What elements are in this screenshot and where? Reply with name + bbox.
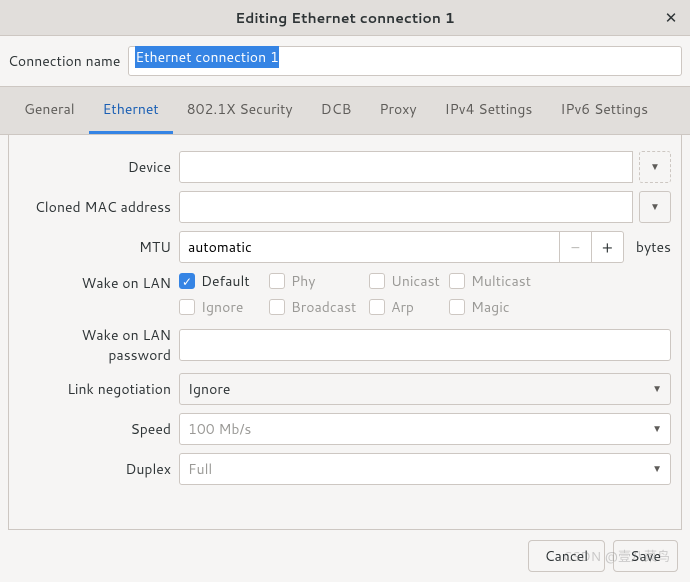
speed-value: 100 Mb/s xyxy=(188,419,251,439)
cloned-mac-input[interactable] xyxy=(179,191,633,223)
wol-default-checkbox[interactable]: ✓Default xyxy=(179,271,269,291)
mtu-plus-button[interactable]: + xyxy=(592,231,624,263)
cloned-mac-label: Cloned MAC address xyxy=(19,197,179,217)
wol-checkbox-grid: ✓Default Phy Unicast Multicast Ignore Br… xyxy=(179,271,671,317)
checkbox-icon xyxy=(449,273,465,289)
wol-unicast-checkbox[interactable]: Unicast xyxy=(369,271,449,291)
checkbox-icon xyxy=(369,299,385,315)
checkbox-checked-icon: ✓ xyxy=(179,273,195,289)
cloned-mac-dropdown-button[interactable]: ▼ xyxy=(639,191,671,223)
tab-proxy[interactable]: Proxy xyxy=(365,87,430,134)
link-negotiation-label: Link negotiation xyxy=(19,379,179,399)
tab-ipv4[interactable]: IPv4 Settings xyxy=(431,87,547,134)
mtu-unit: bytes xyxy=(630,237,671,257)
device-label: Device xyxy=(19,157,179,177)
window-title: Editing Ethernet connection 1 xyxy=(235,8,454,28)
wol-magic-checkbox[interactable]: Magic xyxy=(449,297,671,317)
chevron-down-icon: ▼ xyxy=(652,422,662,436)
checkbox-icon xyxy=(269,273,285,289)
checkbox-icon xyxy=(179,299,195,315)
wol-password-label: Wake on LAN password xyxy=(19,325,179,365)
wol-password-input[interactable] xyxy=(179,329,671,361)
wol-ignore-checkbox[interactable]: Ignore xyxy=(179,297,269,317)
cancel-button[interactable]: Cancel xyxy=(528,540,606,572)
device-input[interactable] xyxy=(179,151,633,183)
mtu-minus-button[interactable]: − xyxy=(560,231,592,263)
tab-security[interactable]: 802.1X Security xyxy=(173,87,307,134)
mtu-input[interactable] xyxy=(179,231,560,263)
duplex-value: Full xyxy=(188,459,212,479)
titlebar: Editing Ethernet connection 1 ✕ xyxy=(0,0,690,36)
wol-label: Wake on LAN xyxy=(19,271,179,293)
wol-broadcast-checkbox[interactable]: Broadcast xyxy=(269,297,369,317)
chevron-down-icon: ▼ xyxy=(650,200,660,214)
save-button[interactable]: Save xyxy=(613,540,678,572)
checkbox-icon xyxy=(449,299,465,315)
tab-general[interactable]: General xyxy=(10,87,89,134)
checkbox-icon xyxy=(269,299,285,315)
speed-label: Speed xyxy=(19,419,179,439)
speed-combo: 100 Mb/s ▼ xyxy=(179,413,671,445)
tab-dcb[interactable]: DCB xyxy=(307,87,366,134)
chevron-down-icon: ▼ xyxy=(650,160,660,174)
tab-bar: General Ethernet 802.1X Security DCB Pro… xyxy=(0,86,690,135)
tab-ipv6[interactable]: IPv6 Settings xyxy=(546,87,662,134)
chevron-down-icon: ▼ xyxy=(652,382,662,396)
checkbox-icon xyxy=(369,273,385,289)
connection-name-label: Connection name xyxy=(8,51,120,71)
wol-multicast-checkbox[interactable]: Multicast xyxy=(449,271,671,291)
duplex-label: Duplex xyxy=(19,459,179,479)
wol-arp-checkbox[interactable]: Arp xyxy=(369,297,449,317)
wol-phy-checkbox[interactable]: Phy xyxy=(269,271,369,291)
dialog-footer: Cancel Save xyxy=(0,530,690,582)
duplex-combo: Full ▼ xyxy=(179,453,671,485)
close-icon[interactable]: ✕ xyxy=(662,8,680,26)
link-negotiation-combo[interactable]: Ignore ▼ xyxy=(179,373,671,405)
connection-name-input[interactable]: Ethernet connection 1 xyxy=(128,46,682,76)
connection-name-row: Connection name Ethernet connection 1 xyxy=(0,36,690,86)
ethernet-pane: Device ▼ Cloned MAC address ▼ MTU − + by… xyxy=(8,135,682,530)
chevron-down-icon: ▼ xyxy=(652,462,662,476)
tab-ethernet[interactable]: Ethernet xyxy=(89,87,173,134)
link-negotiation-value: Ignore xyxy=(188,379,230,399)
mtu-label: MTU xyxy=(19,237,179,257)
device-dropdown-button[interactable]: ▼ xyxy=(639,151,671,183)
connection-name-value: Ethernet connection 1 xyxy=(135,46,278,68)
